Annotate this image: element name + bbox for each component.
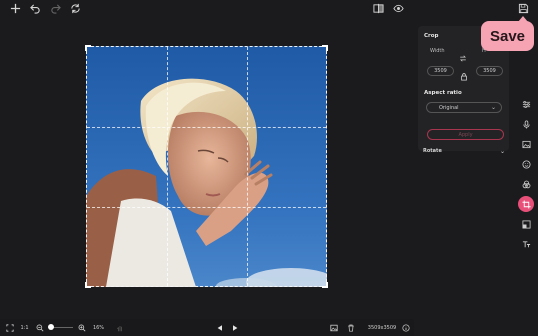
width-input[interactable]: 3509: [427, 66, 454, 76]
resize-icon[interactable]: [518, 216, 534, 232]
chevron-down-icon: ⌄: [499, 148, 505, 155]
filters-icon[interactable]: [518, 176, 534, 192]
face-icon[interactable]: [518, 156, 534, 172]
mic-icon[interactable]: [518, 116, 534, 132]
rotate-label: Rotate: [423, 148, 442, 154]
image-icon[interactable]: [518, 136, 534, 152]
zoom-value: 16%: [92, 324, 105, 331]
aspect-ratio-label: Aspect ratio: [424, 90, 462, 96]
save-tooltip: Save: [481, 16, 534, 51]
aspect-ratio-value: Original: [439, 104, 459, 111]
height-input[interactable]: 3509: [476, 66, 503, 76]
save-icon[interactable]: [515, 0, 531, 16]
eye-icon[interactable]: [390, 0, 406, 16]
rotate-section-toggle[interactable]: Rotate ⌄: [423, 148, 505, 158]
swap-dimensions-icon[interactable]: [459, 47, 467, 62]
editor-canvas: [0, 18, 414, 319]
reset-icon[interactable]: [67, 0, 83, 16]
image-dimensions: 3509x3509: [367, 324, 397, 331]
text-icon[interactable]: [518, 236, 534, 252]
compare-icon[interactable]: [370, 0, 386, 16]
info-icon[interactable]: [400, 322, 411, 333]
top-toolbar: [0, 0, 538, 18]
zoom-in-icon[interactable]: [76, 322, 87, 333]
next-icon[interactable]: [229, 322, 240, 333]
previous-icon[interactable]: [214, 322, 225, 333]
fit-screen-icon[interactable]: [4, 322, 15, 333]
bottom-toolbar: 1:1 16% 3509x3509: [0, 319, 414, 336]
hand-icon[interactable]: [114, 322, 125, 333]
undo-icon[interactable]: [27, 0, 43, 16]
actual-size-button[interactable]: 1:1: [19, 322, 30, 333]
image-icon[interactable]: [328, 322, 339, 333]
apply-button[interactable]: Apply: [427, 129, 504, 140]
adjust-icon[interactable]: [518, 96, 534, 112]
plus-icon[interactable]: [7, 0, 23, 16]
width-label: Width: [430, 48, 445, 54]
lock-icon[interactable]: [460, 66, 468, 81]
photo-preview: [86, 46, 327, 287]
tool-strip: [514, 92, 538, 262]
zoom-slider-handle[interactable]: [48, 324, 54, 330]
chevron-down-icon: ⌄: [490, 104, 496, 111]
redo-icon[interactable]: [47, 0, 63, 16]
crop-icon[interactable]: [518, 196, 534, 212]
zoom-out-icon[interactable]: [34, 322, 45, 333]
aspect-ratio-select[interactable]: Original ⌄: [426, 102, 502, 113]
trash-icon[interactable]: [345, 322, 356, 333]
crop-title: Crop: [424, 33, 439, 39]
